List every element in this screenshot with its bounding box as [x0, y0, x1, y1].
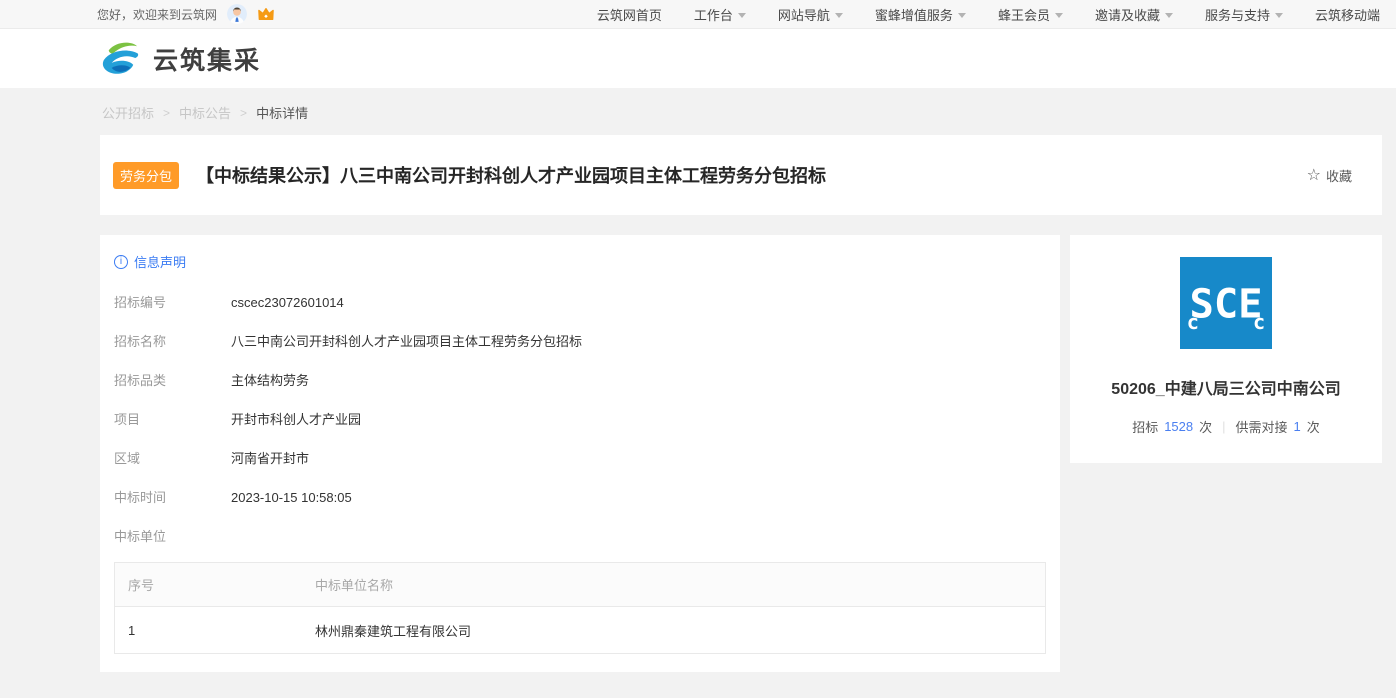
greeting-text: 您好，欢迎来到云筑网 [97, 6, 217, 23]
winner-table-header: 序号 中标单位名称 [115, 563, 1045, 607]
field-value: 河南省开封市 [231, 452, 309, 466]
favorite-label: 收藏 [1326, 166, 1352, 185]
cell-serial-no: 1 [115, 623, 315, 638]
field-value: 2023-10-15 10:58:05 [231, 491, 352, 505]
chevron-down-icon [738, 13, 746, 18]
company-stats: 招标 1528 次 | 供需对接 1 次 [1088, 417, 1364, 436]
detail-card: i 信息声明 招标编号 cscec23072601014 招标名称 八三中南公司… [100, 235, 1060, 672]
site-header: 云筑集采 [0, 29, 1396, 88]
category-badge: 劳务分包 [113, 162, 179, 189]
chevron-down-icon [958, 13, 966, 18]
nav-label: 蜜蜂增值服务 [875, 5, 953, 24]
topbar-user-area: 您好，欢迎来到云筑网 [97, 4, 275, 24]
table-row: 1 林州鼎秦建筑工程有限公司 [115, 607, 1045, 653]
star-icon: ☆ [1307, 165, 1321, 185]
cscec-logo: SCE c c [1180, 257, 1272, 349]
nav-item-service-support[interactable]: 服务与支持 [1205, 5, 1283, 24]
nav-label: 邀请及收藏 [1095, 5, 1160, 24]
nav-item-queen-member[interactable]: 蜂王会员 [998, 5, 1063, 24]
field-row-tender-name: 招标名称 八三中南公司开封科创人才产业园项目主体工程劳务分包招标 [114, 335, 1046, 349]
match-count-label: 供需对接 [1236, 417, 1288, 436]
bid-count-value[interactable]: 1528 [1164, 419, 1193, 434]
chevron-down-icon [835, 13, 843, 18]
nav-label: 云筑移动端 [1315, 5, 1380, 24]
vip-crown-icon[interactable] [257, 6, 275, 22]
user-avatar[interactable] [227, 4, 247, 24]
page-body: 公开招标 > 中标公告 > 中标详情 劳务分包 【中标结果公示】八三中南公司开封… [0, 88, 1396, 672]
match-count-value[interactable]: 1 [1294, 419, 1301, 434]
brand-logo[interactable]: 云筑集采 [97, 38, 261, 80]
breadcrumb-separator: > [163, 106, 170, 120]
topbar-nav: 云筑网首页 工作台 网站导航 蜜蜂增值服务 蜂王会员 邀请及收藏 服务与支持 云… [597, 5, 1380, 24]
content-columns: i 信息声明 招标编号 cscec23072601014 招标名称 八三中南公司… [100, 235, 1382, 672]
nav-item-invite-favorites[interactable]: 邀请及收藏 [1095, 5, 1173, 24]
nav-label: 网站导航 [778, 5, 830, 24]
chevron-down-icon [1055, 13, 1063, 18]
field-label: 中标单位 [114, 530, 231, 544]
yunzhu-swirl-icon [97, 38, 144, 80]
cscec-logo-left: c [1187, 310, 1199, 334]
bid-count-label: 招标 [1132, 417, 1158, 436]
chevron-down-icon [1275, 13, 1283, 18]
breadcrumb-award-notice[interactable]: 中标公告 [179, 103, 231, 122]
page-title: 【中标结果公示】八三中南公司开封科创人才产业园项目主体工程劳务分包招标 [196, 162, 826, 188]
field-value: 开封市科创人才产业园 [231, 413, 361, 427]
company-name[interactable]: 50206_中建八局三公司中南公司 [1088, 375, 1364, 399]
cscec-logo-right: c [1253, 310, 1265, 334]
nav-label: 云筑网首页 [597, 5, 662, 24]
field-value: cscec23072601014 [231, 296, 344, 310]
topbar: 您好，欢迎来到云筑网 云筑网首页 工作台 网站导航 [0, 0, 1396, 29]
nav-label: 服务与支持 [1205, 5, 1270, 24]
field-label: 招标品类 [114, 374, 231, 388]
company-card: SCE c c 50206_中建八局三公司中南公司 招标 1528 次 | 供需… [1070, 235, 1382, 463]
info-declaration-label: 信息声明 [134, 252, 186, 271]
breadcrumb: 公开招标 > 中标公告 > 中标详情 [100, 88, 1382, 122]
header-winner-name: 中标单位名称 [315, 575, 1045, 594]
breadcrumb-separator: > [240, 106, 247, 120]
info-declaration-link[interactable]: i 信息声明 [114, 252, 1046, 271]
bid-count-unit: 次 [1199, 417, 1212, 436]
info-icon: i [114, 255, 128, 269]
stats-divider: | [1222, 419, 1225, 434]
winner-table: 序号 中标单位名称 1 林州鼎秦建筑工程有限公司 [114, 562, 1046, 654]
cscec-logo-mid: SCE [1189, 280, 1262, 328]
brand-name: 云筑集采 [153, 41, 261, 77]
field-row-tender-category: 招标品类 主体结构劳务 [114, 374, 1046, 388]
breadcrumb-open-tender[interactable]: 公开招标 [102, 103, 154, 122]
nav-item-home[interactable]: 云筑网首页 [597, 5, 662, 24]
user-avatar-icon [227, 4, 247, 24]
nav-label: 工作台 [694, 5, 733, 24]
chevron-down-icon [1165, 13, 1173, 18]
favorite-button[interactable]: ☆ 收藏 [1307, 165, 1352, 185]
field-row-award-time: 中标时间 2023-10-15 10:58:05 [114, 491, 1046, 505]
title-card: 劳务分包 【中标结果公示】八三中南公司开封科创人才产业园项目主体工程劳务分包招标… [100, 135, 1382, 215]
field-row-region: 区域 河南省开封市 [114, 452, 1046, 466]
field-row-project: 项目 开封市科创人才产业园 [114, 413, 1046, 427]
field-value: 主体结构劳务 [231, 374, 309, 388]
field-label: 招标编号 [114, 296, 231, 310]
field-label: 招标名称 [114, 335, 231, 349]
nav-item-mobile[interactable]: 云筑移动端 [1315, 5, 1380, 24]
match-count-unit: 次 [1307, 417, 1320, 436]
nav-item-site-nav[interactable]: 网站导航 [778, 5, 843, 24]
cell-winner-name: 林州鼎秦建筑工程有限公司 [315, 621, 1045, 640]
nav-label: 蜂王会员 [998, 5, 1050, 24]
field-label: 中标时间 [114, 491, 231, 505]
field-row-award-unit: 中标单位 [114, 530, 1046, 544]
breadcrumb-award-detail: 中标详情 [256, 103, 308, 122]
header-serial-no: 序号 [115, 575, 315, 594]
nav-item-bee-services[interactable]: 蜜蜂增值服务 [875, 5, 966, 24]
field-label: 区域 [114, 452, 231, 466]
field-value: 八三中南公司开封科创人才产业园项目主体工程劳务分包招标 [231, 335, 582, 349]
field-row-tender-no: 招标编号 cscec23072601014 [114, 296, 1046, 310]
nav-item-workbench[interactable]: 工作台 [694, 5, 746, 24]
field-label: 项目 [114, 413, 231, 427]
